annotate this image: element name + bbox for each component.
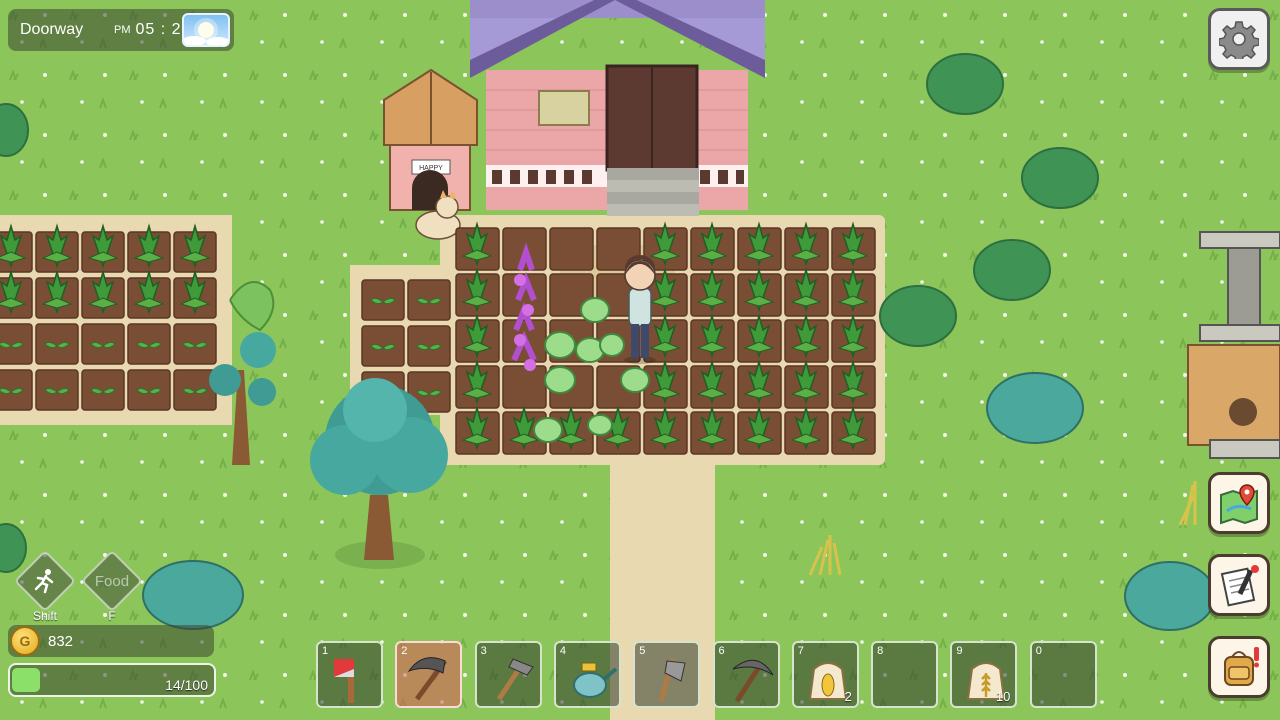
run-key-label: Shift (32, 609, 57, 623)
hotbar-slot-2[interactable]: 2 (395, 641, 463, 708)
run-button[interactable]: Shift (13, 549, 77, 623)
location-time-panel: Doorway PM 05 : 20 (8, 9, 234, 51)
hotbar-slot-3[interactable]: 3 (474, 641, 542, 708)
gear-icon (1219, 21, 1259, 59)
coin-icon: G (10, 626, 40, 656)
hotbar-slot-8[interactable]: 8 (871, 641, 939, 708)
journal-button[interactable] (1208, 554, 1270, 616)
house-window (538, 90, 590, 126)
backpack-button[interactable] (1208, 636, 1270, 698)
running-icon (34, 569, 54, 594)
stamina-text: 14/100 (165, 677, 208, 693)
item-count: 10 (995, 689, 1011, 704)
map-button[interactable] (1208, 472, 1270, 534)
food-label: Food (94, 572, 130, 590)
hotbar-slot-7[interactable]: 72 (791, 641, 859, 708)
time-period: PM (114, 24, 131, 36)
hotbar-slot-5[interactable]: 5 (633, 641, 701, 708)
gold-counter: G 832 (8, 625, 214, 657)
house-steps (607, 168, 699, 216)
food-button[interactable]: Food F (80, 549, 144, 623)
item-count: 2 (844, 689, 852, 704)
slot-number: 8 (877, 645, 884, 657)
stamina-fill (12, 668, 40, 692)
hotbar-slot-9[interactable]: 9 10 (950, 641, 1018, 708)
hotbar-slot-1[interactable]: 1 (316, 641, 383, 708)
location-name: Doorway (20, 21, 84, 38)
hotbar-slot-0[interactable]: 0 (1029, 641, 1097, 708)
backpack-icon (1224, 647, 1259, 686)
food-key-label: F (108, 609, 116, 623)
hotbar-slot-4[interactable]: 4 (553, 641, 621, 708)
gold-amount: 832 (48, 632, 74, 650)
hotbar-slot-6[interactable]: 6 (712, 641, 780, 708)
settings-button[interactable] (1208, 8, 1270, 70)
journal-icon (1220, 565, 1259, 607)
doghouse[interactable]: HAPPY (383, 68, 478, 211)
sunny-icon (182, 13, 230, 47)
stamina-bar: 14/100 (8, 663, 216, 697)
map-icon (1220, 484, 1258, 525)
slot-number: 0 (1035, 645, 1042, 657)
game-world[interactable]: HAPPY (0, 0, 1280, 720)
